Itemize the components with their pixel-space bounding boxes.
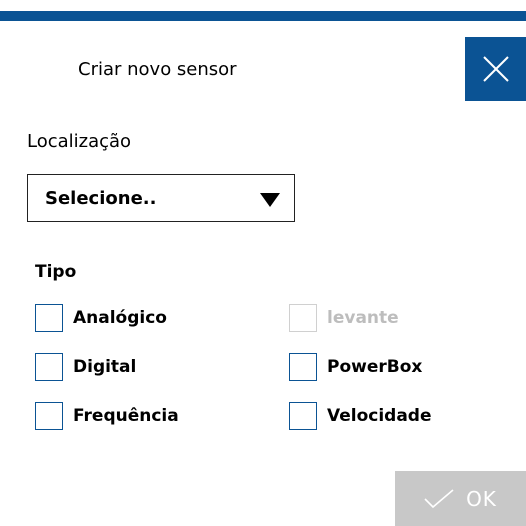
checkbox-box[interactable]	[289, 402, 317, 430]
checkbox-powerbox[interactable]: PowerBox	[289, 353, 422, 381]
checkbox-box[interactable]	[35, 402, 63, 430]
checkbox-velocidade[interactable]: Velocidade	[289, 402, 432, 430]
ok-button[interactable]: OK	[395, 471, 526, 526]
location-select[interactable]: Selecione..	[27, 174, 295, 222]
checkbox-label: PowerBox	[327, 357, 423, 377]
checkbox-analogico[interactable]: Analógico	[35, 304, 167, 332]
triangle-down-icon	[260, 193, 280, 207]
checkbox-box	[289, 304, 317, 332]
checkbox-label: Analógico	[73, 308, 167, 328]
checkbox-levante: levante	[289, 304, 399, 332]
close-button[interactable]	[465, 37, 526, 101]
checkbox-label: levante	[327, 308, 399, 328]
sensor-dialog: Criar novo sensor Localização Selecione.…	[0, 0, 526, 526]
checkbox-box[interactable]	[289, 353, 317, 381]
close-icon	[482, 56, 509, 82]
top-accent-bar	[0, 11, 526, 21]
check-icon	[424, 488, 454, 508]
type-label: Tipo	[35, 262, 77, 282]
location-label: Localização	[27, 131, 132, 152]
checkbox-label: Velocidade	[327, 406, 432, 426]
checkbox-box[interactable]	[35, 304, 63, 332]
checkbox-label: Digital	[73, 357, 137, 377]
checkbox-digital[interactable]: Digital	[35, 353, 136, 381]
checkbox-label: Frequência	[73, 406, 179, 426]
ok-button-label: OK	[466, 486, 497, 511]
checkbox-box[interactable]	[35, 353, 63, 381]
dialog-title: Criar novo sensor	[78, 59, 237, 80]
checkbox-frequencia[interactable]: Frequência	[35, 402, 179, 430]
location-select-value: Selecione..	[45, 188, 157, 209]
